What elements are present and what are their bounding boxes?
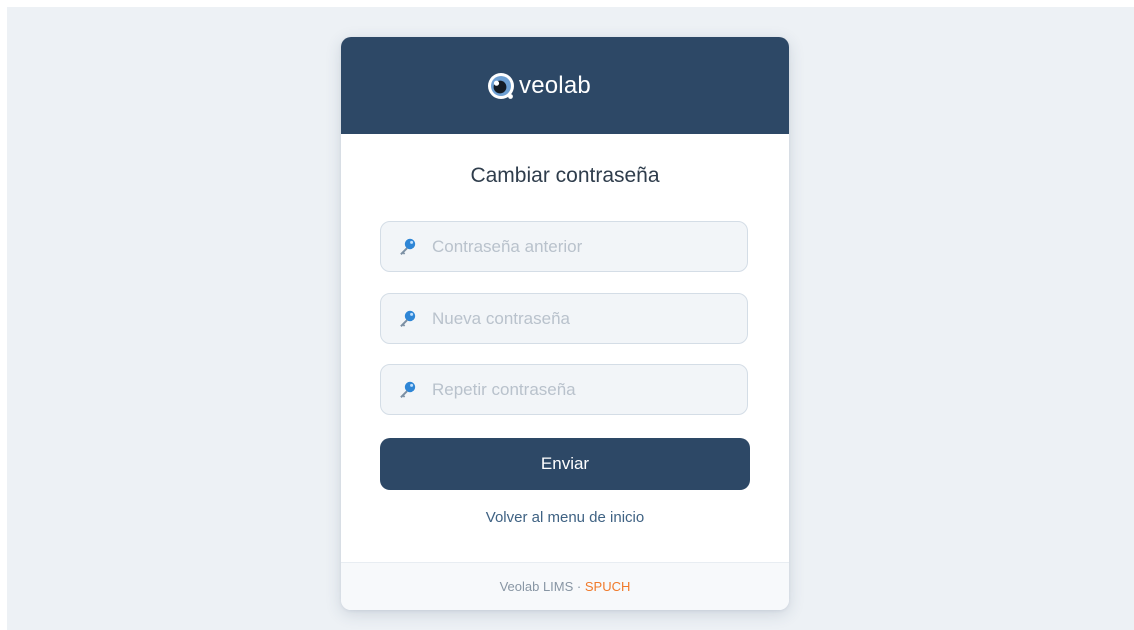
veolab-logo-icon [488, 73, 514, 99]
new-password-field[interactable] [380, 293, 748, 344]
footer-product-name: Veolab LIMS [499, 579, 574, 594]
old-password-field[interactable] [380, 221, 748, 272]
brand-name: veolab [519, 72, 591, 99]
back-to-home-link[interactable]: Volver al menu de inicio [341, 509, 789, 527]
card-header: veolab [341, 37, 789, 134]
key-icon [400, 310, 416, 327]
change-password-card: veolab Cambiar contraseña Enviar Volver … [341, 37, 789, 610]
key-icon [400, 381, 416, 398]
footer-separator: · [576, 579, 582, 594]
new-password-input[interactable] [432, 294, 732, 343]
key-icon [400, 238, 416, 255]
repeat-password-input[interactable] [432, 365, 732, 414]
brand-logo: veolab [486, 71, 591, 101]
footer-organization: SPUCH [584, 579, 631, 594]
submit-button[interactable]: Enviar [380, 438, 750, 490]
page-title: Cambiar contraseña [470, 164, 660, 187]
card-footer: Veolab LIMS · SPUCH [341, 562, 789, 610]
repeat-password-field[interactable] [380, 364, 748, 415]
old-password-input[interactable] [432, 222, 732, 271]
